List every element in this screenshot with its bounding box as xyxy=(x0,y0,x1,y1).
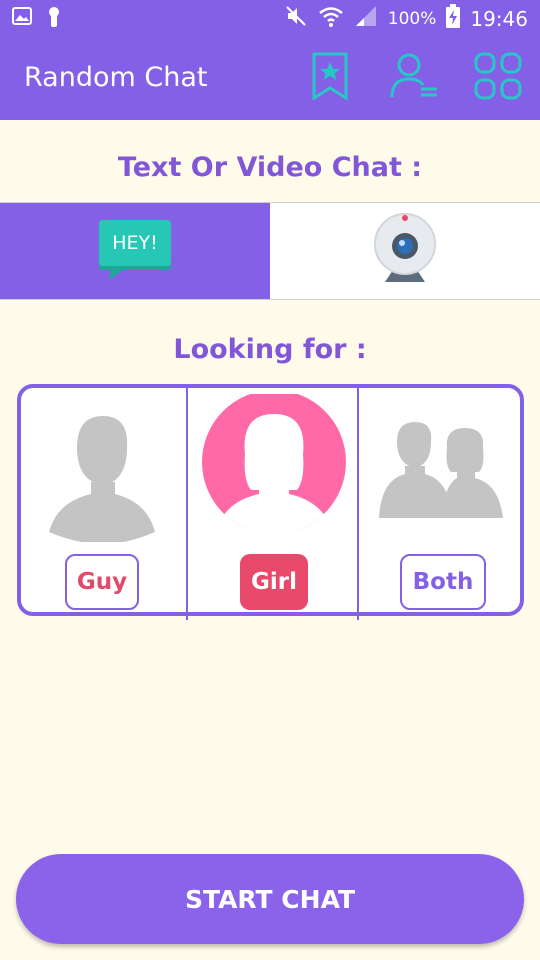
text-chat-option[interactable]: HEY! xyxy=(0,203,270,299)
webcam-icon xyxy=(373,212,437,290)
wifi-icon xyxy=(318,4,344,33)
apps-button[interactable] xyxy=(472,52,524,104)
mute-icon xyxy=(284,4,308,33)
signal-icon xyxy=(354,4,378,33)
speech-bubble-icon: HEY! xyxy=(97,220,173,282)
app-title: Random Chat xyxy=(24,62,208,93)
start-chat-button[interactable]: START CHAT xyxy=(16,854,524,944)
video-chat-option[interactable] xyxy=(270,203,540,299)
grid-apps-icon xyxy=(473,51,523,105)
app-bar: Random Chat xyxy=(0,36,540,120)
gender-selector: Guy Girl Both xyxy=(17,384,524,620)
mode-section-title: Text Or Video Chat : xyxy=(117,152,423,183)
status-bar: 100% 19:46 xyxy=(0,0,540,36)
bookmark-star-icon xyxy=(310,52,350,104)
battery-percent: 100% xyxy=(387,8,437,29)
both-button[interactable]: Both xyxy=(400,554,486,610)
couple-silhouette-icon xyxy=(379,418,505,522)
female-silhouette-icon xyxy=(201,390,347,534)
gender-option-girl[interactable]: Girl xyxy=(188,388,358,612)
hey-badge-text: HEY! xyxy=(112,232,158,254)
gender-option-both[interactable]: Both xyxy=(359,388,524,612)
contacts-button[interactable] xyxy=(388,52,440,104)
bookmark-button[interactable] xyxy=(304,52,356,104)
girl-button[interactable]: Girl xyxy=(240,554,308,610)
gallery-icon xyxy=(12,6,32,32)
chat-mode-selector: HEY! xyxy=(0,202,540,300)
gender-option-guy[interactable]: Guy xyxy=(21,388,187,612)
battery-charging-icon xyxy=(446,4,461,33)
guy-button[interactable]: Guy xyxy=(65,554,139,610)
user-list-icon xyxy=(389,51,439,105)
male-silhouette-icon xyxy=(47,410,157,546)
clock: 19:46 xyxy=(470,6,528,31)
keyhole-icon xyxy=(46,6,62,32)
gender-section-title: Looking for : xyxy=(173,334,367,365)
